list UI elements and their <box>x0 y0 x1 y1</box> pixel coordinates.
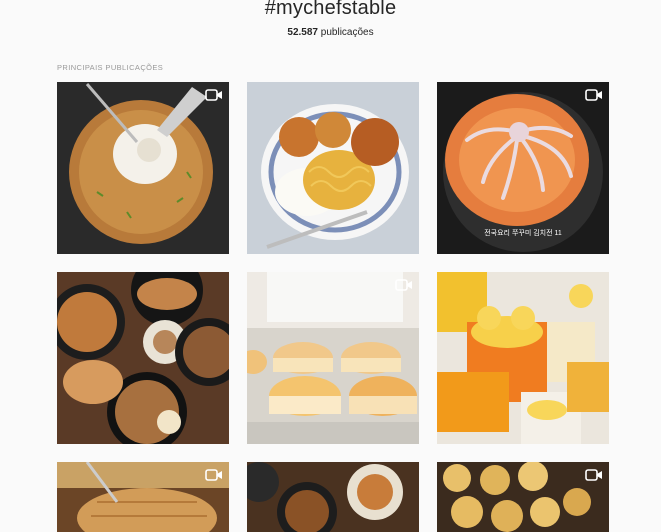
post-tile-noodles-rice[interactable] <box>247 82 419 254</box>
post-image <box>247 272 419 444</box>
post-image <box>437 272 609 444</box>
video-icon <box>395 279 412 291</box>
top-posts-heading: PRINCIPAIS PUBLICAÇÕES <box>57 63 164 72</box>
post-count-number: 52.587 <box>287 27 318 38</box>
post-count: 52.587 publicações <box>0 27 661 38</box>
post-tile-dishes-spread[interactable] <box>247 462 419 532</box>
video-icon <box>205 89 222 101</box>
post-tile-cheesecakes[interactable] <box>247 272 419 444</box>
video-icon <box>585 89 602 101</box>
post-tile-potato-rosti[interactable] <box>57 82 229 254</box>
post-image <box>437 462 609 532</box>
post-image <box>57 462 229 532</box>
video-icon <box>205 469 222 481</box>
post-image <box>247 462 419 532</box>
post-tile-octopus-pancake[interactable]: 전국요리 쭈꾸미 김치전 11 <box>437 82 609 254</box>
video-caption: 전국요리 쭈꾸미 김치전 11 <box>484 230 562 237</box>
post-tile-round-buns[interactable] <box>437 462 609 532</box>
post-image <box>57 82 229 254</box>
post-tile-gudetama-mcdonalds[interactable] <box>437 272 609 444</box>
video-icon <box>585 469 602 481</box>
post-image <box>57 272 229 444</box>
post-tile-waffle-dessert[interactable] <box>57 462 229 532</box>
post-count-label: publicações <box>320 27 374 38</box>
post-image <box>247 82 419 254</box>
hashtag-title: #mychefstable <box>264 0 397 19</box>
post-tile-brunch-table[interactable] <box>57 272 229 444</box>
